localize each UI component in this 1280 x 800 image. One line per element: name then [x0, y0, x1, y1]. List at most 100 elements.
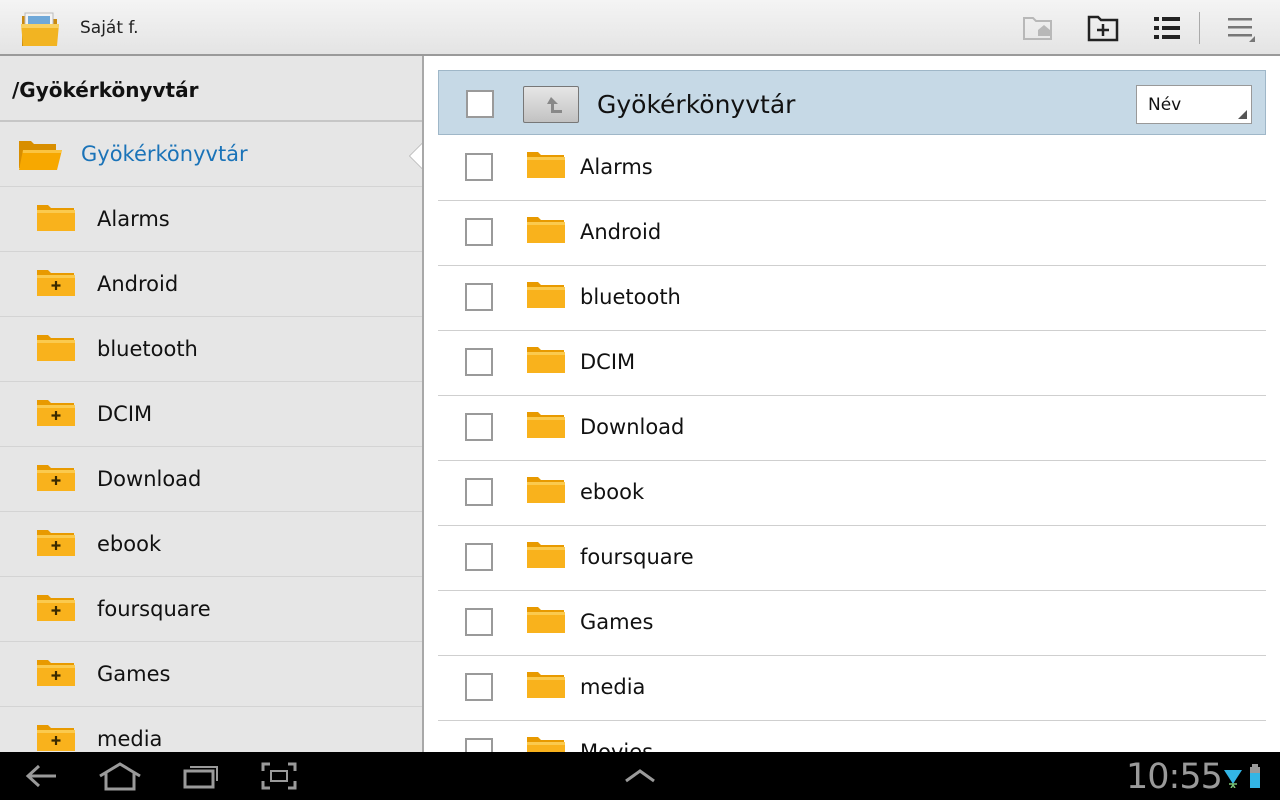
file-row-label: DCIM: [580, 350, 636, 374]
file-row-label: ebook: [580, 480, 645, 504]
file-row[interactable]: foursquare: [438, 526, 1266, 591]
row-checkbox[interactable]: [465, 218, 493, 246]
selection-pointer: [410, 142, 422, 170]
folder-icon: [526, 605, 566, 639]
file-row[interactable]: bluetooth: [438, 266, 1266, 331]
tree-item-label: ebook: [97, 532, 162, 556]
file-row[interactable]: Download: [438, 396, 1266, 461]
tree-item-label: Alarms: [97, 207, 170, 231]
file-row-label: Movies: [580, 740, 654, 752]
expandable-folder-icon[interactable]: [36, 463, 76, 497]
home-icon[interactable]: [96, 756, 144, 796]
app-title: Saját f.: [80, 18, 139, 38]
tree-item-label: Android: [97, 272, 179, 296]
select-all-checkbox[interactable]: [466, 90, 494, 118]
tree-item-dcim[interactable]: DCIM: [0, 382, 422, 447]
battery-icon: [1246, 756, 1264, 796]
folder-icon: [526, 540, 566, 574]
file-row-label: foursquare: [580, 545, 694, 569]
file-row-label: Alarms: [580, 155, 653, 179]
tree-item-ebook[interactable]: ebook: [0, 512, 422, 577]
tree-item-download[interactable]: Download: [0, 447, 422, 512]
up-arrow-icon: [547, 96, 562, 113]
file-row-label: Games: [580, 610, 654, 634]
folder-icon: [526, 150, 566, 184]
file-row-label: media: [580, 675, 646, 699]
action-bar: Saját f.: [0, 0, 1280, 56]
list-view-icon[interactable]: [1147, 8, 1187, 48]
expandable-folder-icon[interactable]: [36, 658, 76, 692]
folder-icon: [526, 735, 566, 752]
file-row[interactable]: Alarms: [438, 136, 1266, 201]
tree-items: Alarms Android bluetooth DCIM Download e…: [0, 187, 422, 752]
overflow-menu-icon[interactable]: [1221, 8, 1261, 48]
row-checkbox[interactable]: [465, 413, 493, 441]
expandable-folder-icon[interactable]: [36, 398, 76, 432]
file-row[interactable]: DCIM: [438, 331, 1266, 396]
folder-icon: [526, 410, 566, 444]
file-row[interactable]: Movies: [438, 721, 1266, 752]
row-checkbox[interactable]: [465, 153, 493, 181]
folder-icon: [36, 203, 76, 237]
current-folder-header: Gyökérkönyvtár Név: [438, 70, 1266, 135]
current-path: /Gyökérkönyvtár: [0, 56, 422, 122]
tree-item-label: Games: [97, 662, 171, 686]
file-row-label: Download: [580, 415, 685, 439]
tree-item-media[interactable]: media: [0, 707, 422, 752]
expandable-folder-icon[interactable]: [36, 593, 76, 627]
row-checkbox[interactable]: [465, 543, 493, 571]
tree-item-games[interactable]: Games: [0, 642, 422, 707]
expandable-folder-icon[interactable]: [36, 723, 76, 752]
home-folder-icon[interactable]: [1018, 8, 1058, 48]
row-checkbox[interactable]: [465, 673, 493, 701]
tree-item-label: Download: [97, 467, 202, 491]
row-checkbox[interactable]: [465, 283, 493, 311]
recent-apps-icon[interactable]: [180, 756, 222, 796]
folder-icon: [526, 475, 566, 509]
folder-tree-pane: /Gyökérkönyvtár Gyökérkönyvtár Alarms An…: [0, 56, 424, 752]
dropdown-corner-icon: [1238, 110, 1247, 119]
tree-root-label: Gyökérkönyvtár: [81, 142, 248, 166]
action-bar-divider: [1199, 12, 1200, 44]
tree-item-android[interactable]: Android: [0, 252, 422, 317]
tree-item-label: bluetooth: [97, 337, 198, 361]
file-list-pane: Gyökérkönyvtár Név Alarms Android blueto…: [438, 56, 1266, 752]
wifi-icon: [1222, 756, 1244, 796]
file-row[interactable]: media: [438, 656, 1266, 721]
expandable-folder-icon[interactable]: [36, 268, 76, 302]
new-folder-icon[interactable]: [1083, 8, 1123, 48]
up-folder-button[interactable]: [523, 86, 579, 123]
tree-root-item[interactable]: Gyökérkönyvtár: [0, 122, 422, 187]
row-checkbox[interactable]: [465, 608, 493, 636]
row-checkbox[interactable]: [465, 478, 493, 506]
folder-icon: [36, 333, 76, 367]
system-bar: 10:55: [0, 752, 1280, 800]
screenshot-icon[interactable]: [258, 756, 300, 796]
file-row[interactable]: ebook: [438, 461, 1266, 526]
file-row[interactable]: Games: [438, 591, 1266, 656]
sort-dropdown[interactable]: Név: [1136, 85, 1252, 124]
file-row[interactable]: Android: [438, 201, 1266, 266]
tree-item-label: DCIM: [97, 402, 153, 426]
folder-icon: [526, 280, 566, 314]
folder-icon: [526, 345, 566, 379]
tree-item-label: media: [97, 727, 163, 751]
sort-dropdown-value: Név: [1148, 95, 1182, 115]
tree-item-alarms[interactable]: Alarms: [0, 187, 422, 252]
row-checkbox[interactable]: [465, 348, 493, 376]
open-folder-icon: [17, 138, 63, 176]
file-row-label: Android: [580, 220, 662, 244]
tree-item-foursquare[interactable]: foursquare: [0, 577, 422, 642]
row-checkbox[interactable]: [465, 738, 493, 752]
app-folder-icon[interactable]: [20, 10, 60, 48]
tree-item-label: foursquare: [97, 597, 211, 621]
file-row-label: bluetooth: [580, 285, 681, 309]
folder-icon: [526, 215, 566, 249]
folder-icon: [526, 670, 566, 704]
tree-item-bluetooth[interactable]: bluetooth: [0, 317, 422, 382]
back-icon[interactable]: [20, 756, 62, 796]
up-chevron-icon[interactable]: [620, 756, 660, 796]
file-list: Alarms Android bluetooth DCIM Download e…: [438, 136, 1266, 752]
current-folder-title: Gyökérkönyvtár: [597, 90, 796, 119]
expandable-folder-icon[interactable]: [36, 528, 76, 562]
